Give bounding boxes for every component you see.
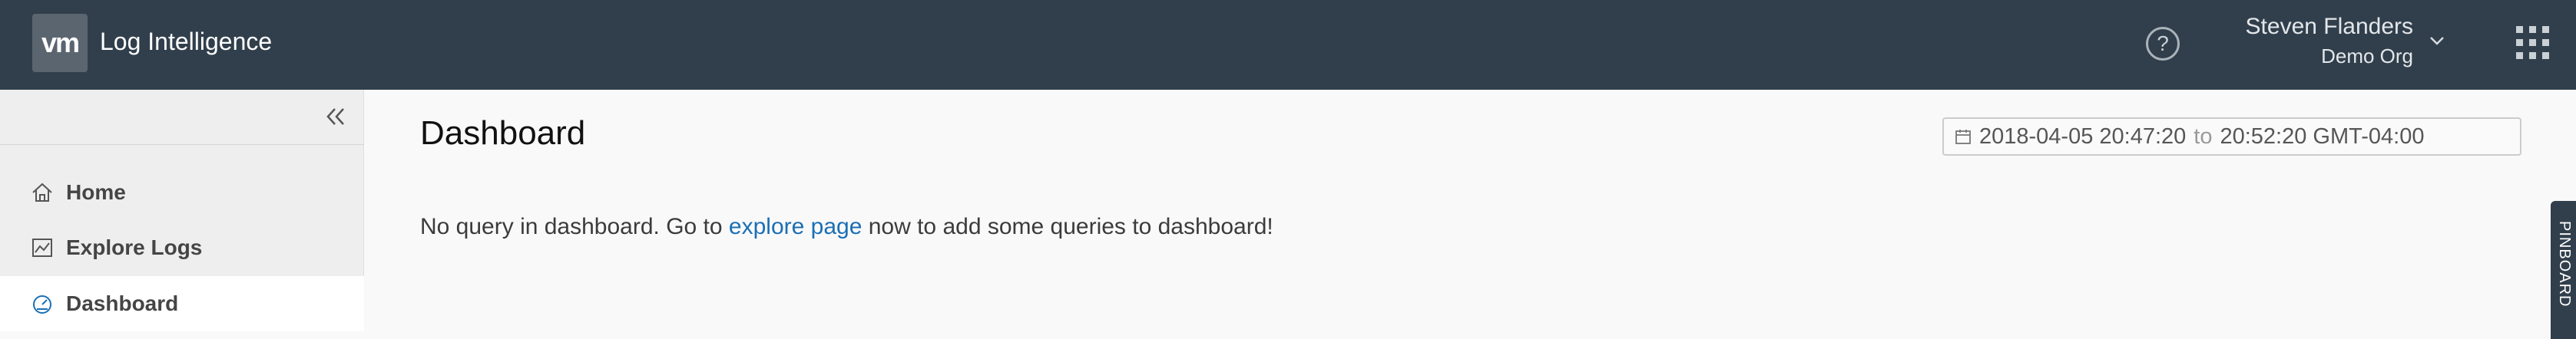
sidebar: Home Explore Logs Dashboard: [0, 90, 364, 331]
double-chevron-left-icon[interactable]: [323, 104, 349, 130]
pinboard-label: PINBOARD: [2556, 221, 2573, 308]
sidebar-item-label: Dashboard: [66, 291, 179, 315]
sidebar-item-home[interactable]: Home: [0, 165, 364, 220]
question-circle-icon: ?: [2157, 31, 2169, 55]
app-grid-icon[interactable]: [2516, 26, 2550, 60]
date-range-end: 20:52:20 GMT-04:00: [2220, 123, 2425, 149]
line-chart-icon: [32, 239, 52, 257]
date-range-separator: to: [2194, 123, 2213, 149]
page-title: Dashboard: [420, 114, 586, 152]
sidebar-item-explore-logs[interactable]: Explore Logs: [0, 220, 364, 275]
home-icon: [32, 183, 52, 202]
empty-message-before: No query in dashboard. Go to: [420, 214, 729, 239]
vmware-logo[interactable]: vm: [32, 14, 88, 72]
date-range-picker[interactable]: 2018-04-05 20:47:20 to 20:52:20 GMT-04:0…: [1942, 117, 2521, 156]
dashboard-gauge-icon: [33, 295, 51, 314]
sidebar-item-label: Explore Logs: [66, 235, 203, 259]
chevron-down-icon: [2430, 37, 2444, 45]
user-org: Demo Org: [2321, 44, 2413, 67]
help-button[interactable]: ?: [2146, 27, 2180, 61]
user-name: Steven Flanders: [2245, 14, 2413, 39]
date-range-start: 2018-04-05 20:47:20: [1979, 123, 2187, 149]
main-content: Dashboard 2018-04-05 20:47:20 to 20:52:2…: [365, 90, 2576, 331]
explore-page-link[interactable]: explore page: [729, 214, 862, 239]
sidebar-item-dashboard[interactable]: Dashboard: [0, 276, 364, 331]
user-menu[interactable]: Steven Flanders Demo Org: [2220, 11, 2450, 72]
calendar-icon: [1955, 130, 1971, 144]
logo-text: vm: [41, 27, 80, 58]
empty-dashboard-message: No query in dashboard. Go to explore pag…: [420, 214, 1273, 240]
sidebar-item-label: Home: [66, 180, 126, 204]
empty-message-after: now to add some queries to dashboard!: [862, 214, 1273, 239]
app-header: vm Log Intelligence ? Steven Flanders De…: [0, 0, 2576, 90]
pinboard-tab[interactable]: PINBOARD: [2551, 201, 2576, 339]
sidebar-divider: [0, 144, 364, 145]
app-title: Log Intelligence: [100, 28, 273, 55]
